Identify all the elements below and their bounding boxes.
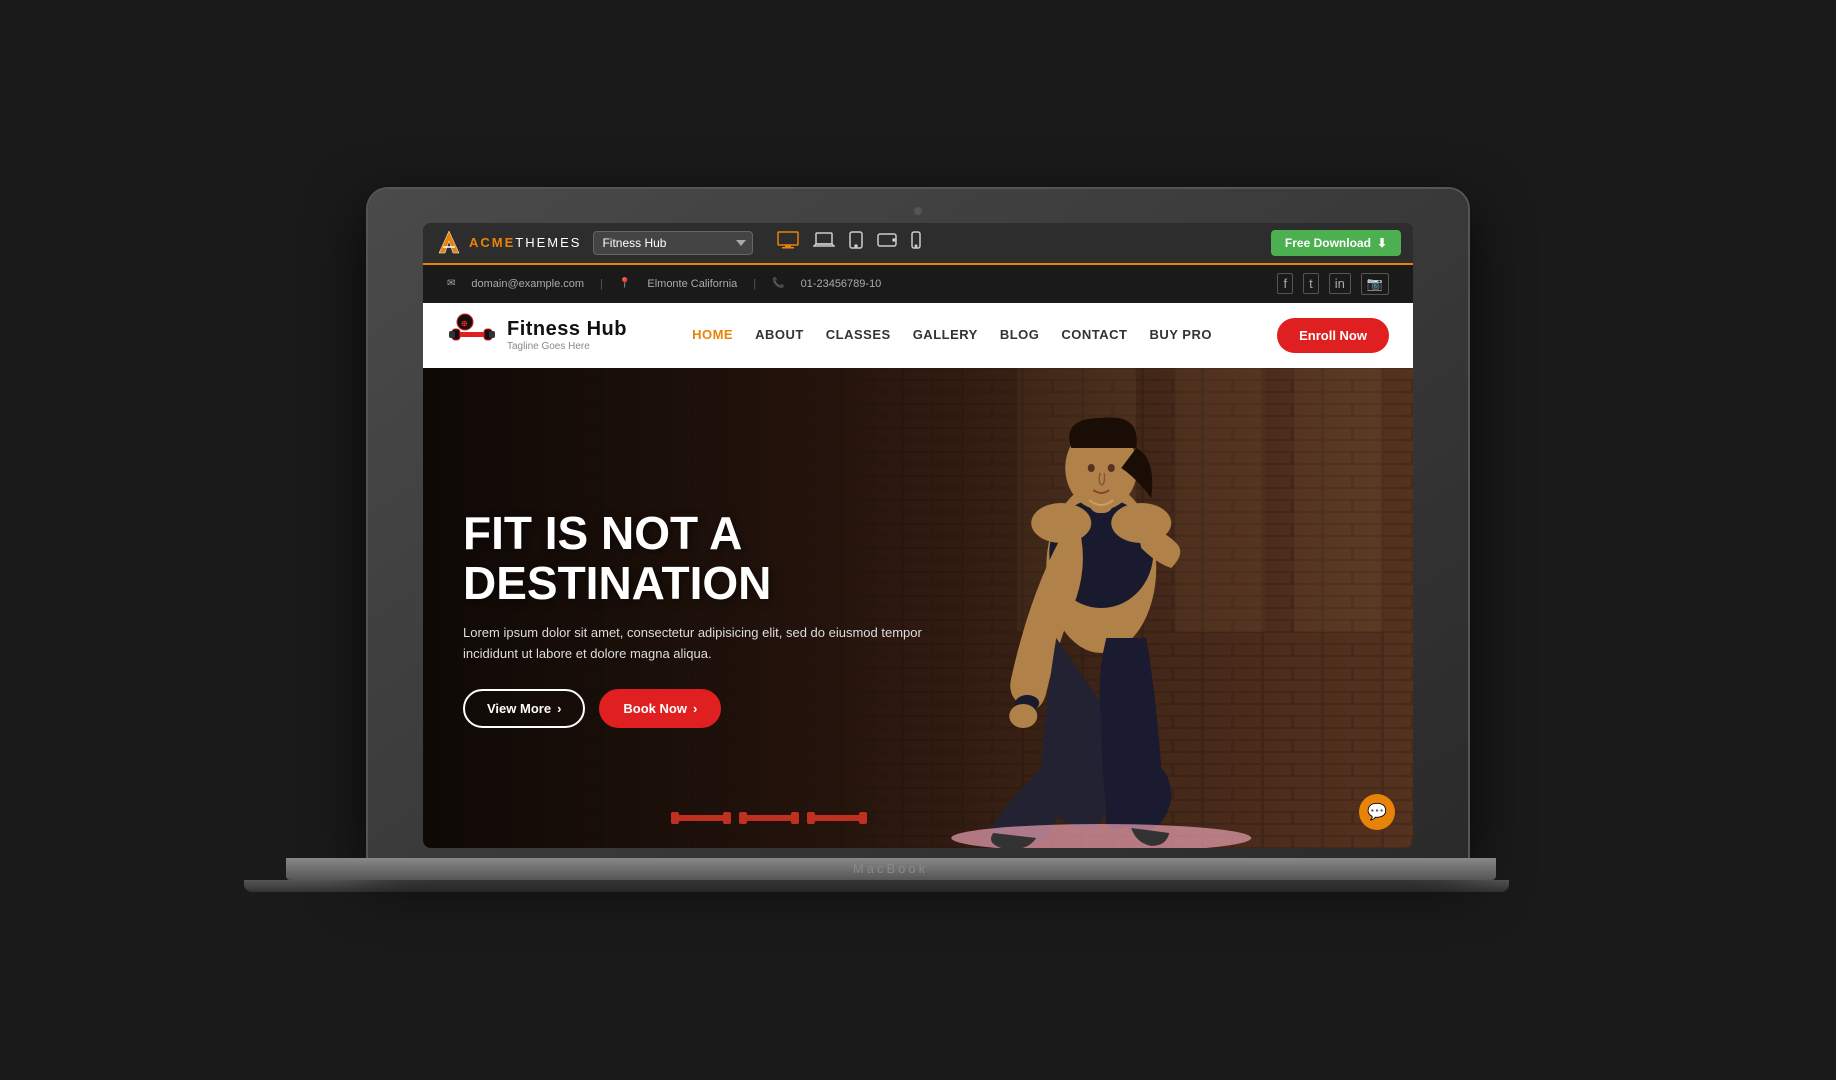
acme-logo: ACMETHEMES: [435, 229, 581, 257]
instagram-icon[interactable]: 📷: [1361, 273, 1389, 295]
nav-item-classes[interactable]: CLASSES: [826, 326, 891, 344]
topbar-phone: 01-23456789-10: [801, 278, 882, 290]
logo-dumbbell-icon: ⊕: [447, 310, 497, 360]
nav-link-blog[interactable]: BLOG: [1000, 327, 1040, 342]
nav-link-home[interactable]: HOME: [692, 327, 733, 342]
free-download-button[interactable]: Free Download ⬇: [1271, 230, 1401, 256]
topbar-social-links: f t in 📷: [1277, 273, 1389, 295]
site-logo-text: Fitness Hub Tagline Goes Here: [507, 318, 627, 352]
macbook-foot: [244, 880, 1509, 892]
macbook-base: MacBook: [286, 858, 1496, 880]
nav-link-about[interactable]: ABOUT: [755, 327, 804, 342]
tablet-landscape-icon[interactable]: [877, 233, 897, 252]
chat-icon: 💬: [1367, 802, 1387, 822]
topbar-location: Elmonte California: [647, 278, 737, 290]
macbook-brand-label: MacBook: [853, 861, 928, 876]
site-brand-name: Fitness Hub: [507, 318, 627, 341]
laptop-icon[interactable]: [813, 231, 835, 254]
svg-text:⊕: ⊕: [461, 319, 468, 328]
hero-subtitle: Lorem ipsum dolor sit amet, consectetur …: [463, 623, 923, 665]
device-icons: [777, 231, 1258, 254]
download-icon: ⬇: [1377, 236, 1387, 250]
tablet-icon[interactable]: [849, 231, 863, 254]
view-more-button[interactable]: View More ›: [463, 689, 585, 728]
desktop-icon[interactable]: [777, 231, 799, 254]
separator-1: |: [600, 278, 603, 290]
hero-title: FIT IS NOT A DESTINATION: [463, 508, 1008, 609]
hero-content: FIT IS NOT A DESTINATION Lorem ipsum dol…: [463, 508, 1008, 728]
view-more-label: View More: [487, 701, 551, 716]
view-more-arrow: ›: [557, 701, 561, 716]
nav-item-buy-pro[interactable]: BUY PRO: [1149, 326, 1212, 344]
phone-icon: 📞: [772, 278, 784, 289]
chat-bubble[interactable]: 💬: [1359, 794, 1395, 830]
macbook-wrapper: ACMETHEMES Fitness Hub Business Pro Port…: [368, 189, 1468, 892]
site-navigation: ⊕ Fitness Hub Tagline Goes Here HOME: [423, 303, 1413, 368]
enroll-now-button[interactable]: Enroll Now: [1277, 318, 1389, 353]
nav-item-home[interactable]: HOME: [692, 326, 733, 344]
facebook-icon[interactable]: f: [1277, 273, 1293, 294]
nav-link-contact[interactable]: CONTACT: [1061, 327, 1127, 342]
builder-toolbar: ACMETHEMES Fitness Hub Business Pro Port…: [423, 223, 1413, 265]
topbar-contact-info: ✉ domain@example.com | 📍 Elmonte Califor…: [447, 278, 881, 290]
site-topbar: ✉ domain@example.com | 📍 Elmonte Califor…: [423, 265, 1413, 303]
logo-icon: [435, 229, 463, 257]
nav-link-buy-pro[interactable]: BUY PRO: [1149, 327, 1212, 342]
mobile-icon[interactable]: [911, 231, 921, 254]
nav-item-contact[interactable]: CONTACT: [1061, 326, 1127, 344]
logo-text: ACMETHEMES: [469, 235, 581, 250]
book-now-button[interactable]: Book Now ›: [599, 689, 721, 728]
screen-bezel: ACMETHEMES Fitness Hub Business Pro Port…: [423, 223, 1413, 848]
nav-item-blog[interactable]: BLOG: [1000, 326, 1040, 344]
macbook-screen: ACMETHEMES Fitness Hub Business Pro Port…: [368, 189, 1468, 858]
site-logo: ⊕ Fitness Hub Tagline Goes Here: [447, 310, 627, 360]
nav-item-about[interactable]: ABOUT: [755, 326, 804, 344]
nav-link-classes[interactable]: CLASSES: [826, 327, 891, 342]
themes-text: THEMES: [515, 235, 581, 250]
dumbbells: [671, 808, 867, 828]
book-now-arrow: ›: [693, 701, 697, 716]
nav-link-gallery[interactable]: GALLERY: [913, 327, 978, 342]
macbook-camera: [914, 207, 922, 215]
hero-section: FIT IS NOT A DESTINATION Lorem ipsum dol…: [423, 368, 1413, 848]
theme-selector[interactable]: Fitness Hub Business Pro Portfolio: [593, 231, 753, 255]
separator-2: |: [753, 278, 756, 290]
nav-item-gallery[interactable]: GALLERY: [913, 326, 978, 344]
topbar-email: domain@example.com: [471, 278, 584, 290]
hero-buttons: View More › Book Now ›: [463, 689, 1008, 728]
book-now-label: Book Now: [623, 701, 687, 716]
site-tagline: Tagline Goes Here: [507, 341, 627, 352]
download-label: Free Download: [1285, 236, 1371, 250]
linkedin-icon[interactable]: in: [1329, 273, 1351, 294]
acme-text: ACME: [469, 235, 515, 250]
site-menu: HOME ABOUT CLASSES GALLERY BLOG: [692, 326, 1212, 344]
location-icon: 📍: [619, 278, 631, 289]
twitter-icon[interactable]: t: [1303, 273, 1319, 294]
email-icon: ✉: [447, 278, 455, 289]
